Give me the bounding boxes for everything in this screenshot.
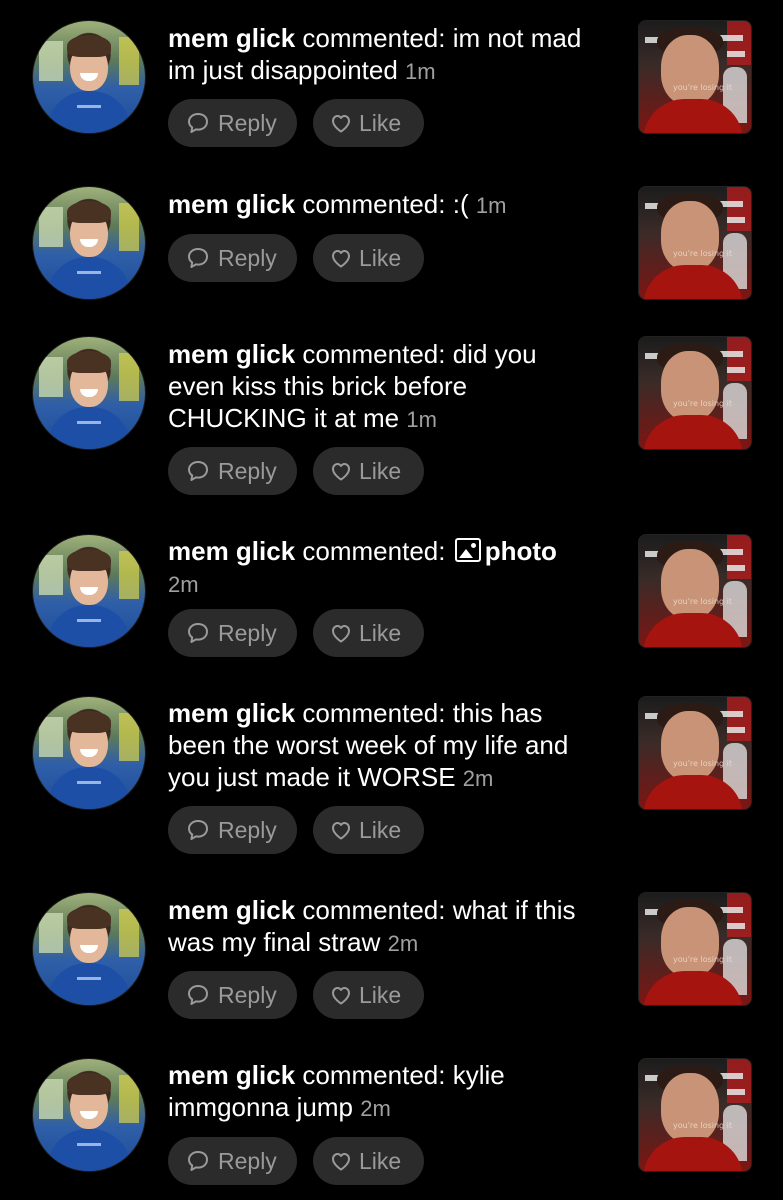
like-label: Like <box>359 245 402 271</box>
reply-label: Reply <box>218 458 277 484</box>
notification-text: mem glick commented: what if this was my… <box>168 894 598 960</box>
username[interactable]: mem glick <box>168 895 295 925</box>
reply-label: Reply <box>218 817 277 843</box>
post-thumbnail[interactable]: you're losing it <box>638 534 752 648</box>
like-button[interactable]: Like <box>313 99 424 147</box>
timestamp: 2m <box>360 1096 391 1121</box>
notification-text: mem glick commented: im not mad im just … <box>168 22 598 88</box>
speech-bubble-icon <box>188 461 208 481</box>
like-button[interactable]: Like <box>313 609 424 657</box>
like-label: Like <box>359 458 402 484</box>
speech-bubble-icon <box>188 820 208 840</box>
like-label: Like <box>359 620 402 646</box>
heart-icon <box>332 115 350 133</box>
avatar[interactable] <box>32 534 146 648</box>
post-thumbnail[interactable]: you're losing it <box>638 892 752 1006</box>
username[interactable]: mem glick <box>168 1060 295 1090</box>
heart-icon <box>332 1153 350 1171</box>
like-label: Like <box>359 1148 402 1174</box>
reply-label: Reply <box>218 982 277 1008</box>
notification-text: mem glick commented: did you even kiss t… <box>168 338 588 436</box>
avatar[interactable] <box>32 336 146 450</box>
timestamp: 1m <box>406 407 437 432</box>
notification-text: mem glick commented: :( 1m <box>168 188 598 222</box>
reply-button[interactable]: Reply <box>168 99 297 147</box>
heart-icon <box>332 463 350 481</box>
heart-icon <box>332 987 350 1005</box>
heart-icon <box>332 625 350 643</box>
avatar[interactable] <box>32 696 146 810</box>
username[interactable]: mem glick <box>168 23 295 53</box>
reply-label: Reply <box>218 245 277 271</box>
action-verb: commented: <box>302 1060 446 1090</box>
timestamp: 2m <box>462 766 494 791</box>
post-thumbnail[interactable]: you're losing it <box>638 696 752 810</box>
action-verb: commented: <box>302 23 446 53</box>
timestamp: 1m <box>405 59 436 84</box>
speech-bubble-icon <box>188 113 208 133</box>
like-button[interactable]: Like <box>313 806 424 854</box>
post-thumbnail[interactable]: you're losing it <box>638 336 752 450</box>
post-thumbnail[interactable]: you're losing it <box>638 20 752 134</box>
timestamp: 2m <box>168 572 199 597</box>
action-verb: commented: <box>302 339 446 369</box>
username[interactable]: mem glick <box>168 339 295 369</box>
reply-label: Reply <box>218 620 277 646</box>
reply-label: Reply <box>218 110 277 136</box>
timestamp: 1m <box>475 193 507 218</box>
thumbnail-caption: you're losing it <box>673 955 733 964</box>
post-thumbnail[interactable]: you're losing it <box>638 1058 752 1172</box>
timestamp: 2m <box>387 931 419 956</box>
thumbnail-caption: you're losing it <box>673 1121 733 1130</box>
post-thumbnail[interactable]: you're losing it <box>638 186 752 300</box>
reply-button[interactable]: Reply <box>168 806 297 854</box>
speech-bubble-icon <box>188 1151 208 1171</box>
reply-button[interactable]: Reply <box>168 234 297 282</box>
speech-bubble-icon <box>188 623 208 643</box>
photo-attachment-label[interactable]: photo <box>485 536 557 566</box>
action-verb: commented: <box>302 895 446 925</box>
reply-label: Reply <box>218 1148 277 1174</box>
reply-button[interactable]: Reply <box>168 609 297 657</box>
avatar[interactable] <box>32 892 146 1006</box>
heart-icon <box>332 250 350 268</box>
thumbnail-caption: you're losing it <box>673 399 733 408</box>
thumbnail-caption: you're losing it <box>673 249 733 258</box>
like-label: Like <box>359 982 402 1008</box>
notification-text: mem glick commented: this has been the w… <box>168 697 593 795</box>
action-verb: commented: <box>302 698 446 728</box>
avatar[interactable] <box>32 186 146 300</box>
image-icon <box>454 538 481 562</box>
like-button[interactable]: Like <box>313 1137 424 1185</box>
comment-text: :( <box>452 189 469 219</box>
like-button[interactable]: Like <box>313 971 424 1019</box>
thumbnail-caption: you're losing it <box>673 597 733 606</box>
reply-button[interactable]: Reply <box>168 1137 297 1185</box>
avatar[interactable] <box>32 20 146 134</box>
like-button[interactable]: Like <box>313 234 424 282</box>
username[interactable]: mem glick <box>168 698 295 728</box>
username[interactable]: mem glick <box>168 536 295 566</box>
reply-button[interactable]: Reply <box>168 971 297 1019</box>
speech-bubble-icon <box>188 248 208 268</box>
avatar[interactable] <box>32 1058 146 1172</box>
thumbnail-caption: you're losing it <box>673 83 733 92</box>
like-label: Like <box>359 817 402 843</box>
heart-icon <box>332 822 350 840</box>
thumbnail-caption: you're losing it <box>673 759 733 768</box>
like-button[interactable]: Like <box>313 447 424 495</box>
action-verb: commented: <box>302 189 446 219</box>
reply-button[interactable]: Reply <box>168 447 297 495</box>
speech-bubble-icon <box>188 985 208 1005</box>
like-label: Like <box>359 110 402 136</box>
username[interactable]: mem glick <box>168 189 295 219</box>
notification-text: mem glick commented: photo 2m <box>168 535 598 601</box>
action-verb: commented: <box>302 536 446 566</box>
notification-text: mem glick commented: kylie immgonna jump… <box>168 1059 598 1125</box>
